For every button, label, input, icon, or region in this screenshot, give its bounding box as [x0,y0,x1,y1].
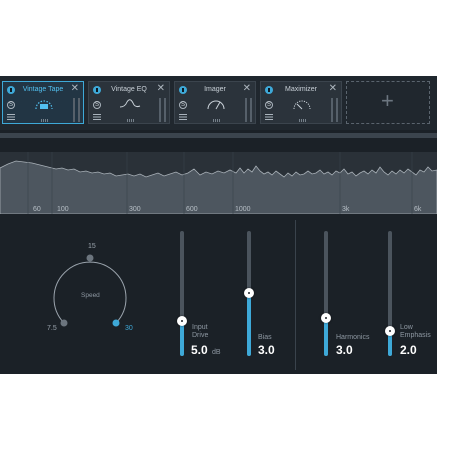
module-maximizer[interactable]: S Maximizer ✕ [260,81,342,124]
menu-icon[interactable] [93,114,101,120]
slider-fill [247,293,251,356]
speed-min-label[interactable]: 7.5 [47,325,57,332]
speed-max-label[interactable]: 30 [125,325,133,332]
module-meter [331,98,338,122]
module-meter [159,98,166,122]
slider-thumb[interactable] [177,316,187,326]
imager-meter-icon [207,100,225,110]
power-icon[interactable] [7,86,15,94]
slider-thumb-dot [248,292,250,294]
input-drive-label-line2: Drive [192,332,209,339]
freq-label: 100 [57,206,69,213]
harmonics-label: Harmonics [336,334,370,341]
low-emphasis-value[interactable]: 2.0 [400,343,417,357]
speed-option-30 [112,319,120,327]
module-title: Maximizer [285,86,317,93]
solo-icon[interactable]: S [179,101,187,109]
close-icon[interactable]: ✕ [329,84,337,94]
drag-handle-icon[interactable] [127,119,134,122]
freq-label: 3k [342,206,350,213]
speed-label: Speed [81,292,100,299]
section-divider [295,220,296,370]
slider-thumb[interactable] [244,288,254,298]
close-icon[interactable]: ✕ [157,84,165,94]
power-icon[interactable] [265,86,273,94]
menu-icon[interactable] [179,114,187,120]
harmonics-value[interactable]: 3.0 [336,343,353,357]
freq-label: 6k [414,206,422,213]
harmonics-slider[interactable] [321,231,331,356]
low-emphasis-label-line2: Emphasis [400,332,431,339]
freq-label: 300 [129,206,141,213]
menu-icon[interactable] [7,114,15,120]
low-emphasis-slider[interactable] [385,231,395,356]
power-icon[interactable] [93,86,101,94]
module-title: Vintage Tape [22,86,64,93]
slider-thumb-dot [181,320,183,322]
drag-handle-icon[interactable] [41,119,48,122]
input-drive-value[interactable]: 5.0 [191,343,208,357]
module-meter [245,98,252,122]
slider-thumb[interactable] [321,313,331,323]
speed-option-7-5 [60,319,68,327]
slider-fill [324,318,328,356]
bias-label: Bias [258,334,272,341]
input-drive-unit: dB [212,349,221,356]
maximizer-gauge-icon [293,100,311,110]
bias-value[interactable]: 3.0 [258,343,275,357]
speed-mid-label[interactable]: 15 [88,243,96,250]
module-vintage-eq[interactable]: S Vintage EQ ✕ [88,81,170,124]
eq-curve-icon [119,99,141,108]
low-emphasis-label-line1: Low [400,324,413,331]
add-module-slot[interactable]: + [346,81,430,124]
plus-icon: + [381,88,394,113]
module-strip-scrollbar[interactable] [0,133,437,138]
freq-label: 600 [186,206,198,213]
bias-slider[interactable] [244,231,254,356]
speed-knob[interactable] [40,236,140,336]
close-icon[interactable]: ✕ [71,84,79,94]
plugin-window: S Vintage Tape ✕ S Vintage EQ ✕ S Imager… [0,76,437,374]
freq-label: 1000 [235,206,251,213]
module-title: Imager [204,86,226,93]
solo-icon[interactable]: S [265,101,273,109]
module-strip: S Vintage Tape ✕ S Vintage EQ ✕ S Imager… [0,76,437,130]
close-icon[interactable]: ✕ [243,84,251,94]
spectrum-curve [0,152,437,214]
input-drive-label-line1: Input [192,324,208,331]
solo-icon[interactable]: S [7,101,15,109]
freq-label: 60 [33,206,41,213]
menu-icon[interactable] [265,114,273,120]
slider-thumb-dot [325,317,327,319]
solo-icon[interactable]: S [93,101,101,109]
tape-reel-icon [35,100,53,110]
module-title: Vintage EQ [111,86,147,93]
power-icon[interactable] [179,86,187,94]
speed-option-15 [86,254,94,262]
module-meter [73,98,80,122]
module-imager[interactable]: S Imager ✕ [174,81,256,124]
module-vintage-tape[interactable]: S Vintage Tape ✕ [2,81,84,124]
slider-fill [180,321,184,356]
drag-handle-icon[interactable] [299,119,306,122]
spectrum-analyzer [0,152,437,214]
drag-handle-icon[interactable] [213,119,220,122]
input-drive-slider[interactable] [177,231,187,356]
slider-thumb-dot [389,330,391,332]
slider-thumb[interactable] [385,326,395,336]
